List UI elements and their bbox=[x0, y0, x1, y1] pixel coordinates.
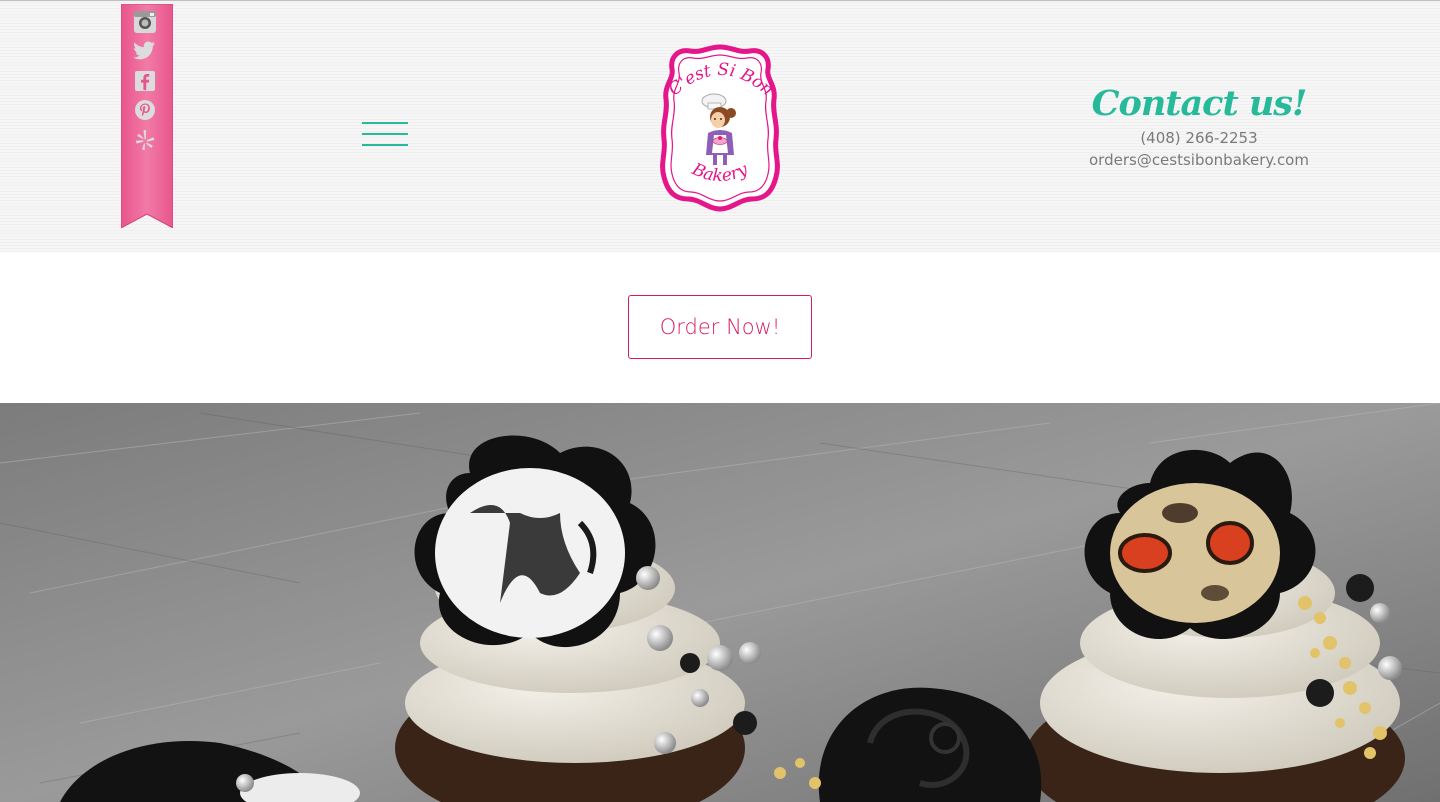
pinterest-link[interactable] bbox=[133, 98, 157, 122]
twitter-link[interactable] bbox=[133, 39, 157, 63]
hamburger-line bbox=[362, 144, 408, 146]
order-now-button[interactable]: Order Now! bbox=[628, 295, 812, 359]
instagram-link[interactable] bbox=[133, 10, 157, 34]
hamburger-line bbox=[362, 133, 408, 135]
yelp-icon bbox=[136, 130, 155, 150]
contact-email[interactable]: orders@cestsibonbakery.com bbox=[1060, 149, 1338, 171]
instagram-icon bbox=[134, 11, 156, 33]
pinterest-icon bbox=[135, 100, 155, 120]
hamburger-menu-button[interactable] bbox=[360, 118, 410, 150]
site-header: C'est Si Bon Bakery Contact us! (408) 26… bbox=[0, 0, 1440, 252]
bakery-logo[interactable]: C'est Si Bon Bakery bbox=[658, 43, 782, 213]
hero-image bbox=[0, 403, 1440, 802]
logo-badge: C'est Si Bon Bakery bbox=[660, 44, 780, 212]
cupcakes-photo bbox=[0, 403, 1440, 802]
twitter-icon bbox=[133, 41, 156, 60]
hamburger-menu-icon bbox=[362, 122, 408, 124]
facebook-icon bbox=[135, 71, 155, 91]
social-ribbon bbox=[121, 4, 173, 228]
contact-title: Contact us! bbox=[1091, 83, 1308, 124]
yelp-link[interactable] bbox=[133, 128, 157, 152]
contact-phone[interactable]: (408) 266-2253 bbox=[1060, 127, 1338, 149]
contact-block: Contact us! (408) 266-2253 orders@cestsi… bbox=[1060, 81, 1338, 171]
facebook-link[interactable] bbox=[133, 69, 157, 93]
